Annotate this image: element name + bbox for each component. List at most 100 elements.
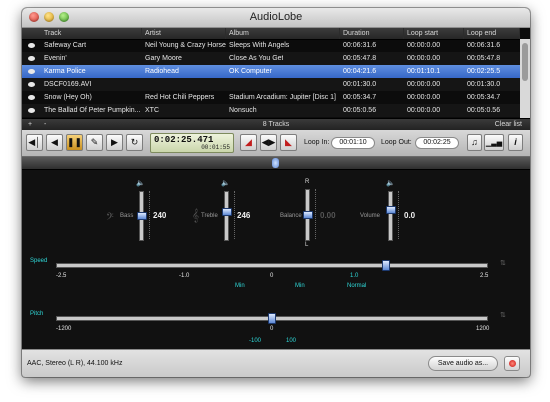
cell-duration: 00:05:0.56	[343, 107, 377, 114]
cell-track: The Ballad Of Peter Pumpkin...	[44, 107, 141, 114]
loop-in-label: Loop In:	[304, 139, 330, 146]
cell-duration: 00:05:34.7	[343, 94, 377, 101]
time-display: 0:02:25.471 00:01:55	[150, 133, 234, 153]
eye-icon[interactable]	[28, 56, 35, 61]
pitch-tick: -1200	[56, 326, 72, 332]
play-icon: ▶	[111, 137, 118, 147]
speed-min-label: Min	[295, 283, 305, 289]
table-row[interactable]: Snow (Hey Oh) Red Hot Chili Peppers Stadiu…	[22, 91, 520, 104]
loop-start-marker-icon: ◢	[245, 137, 252, 147]
equalizer-icon: ▁▃▅	[485, 140, 503, 147]
seek-knob[interactable]	[272, 158, 279, 168]
loop-out-field[interactable]: 00:02:25	[415, 137, 459, 149]
cell-loop-end: 00:05:34.7	[467, 94, 501, 101]
bass-slider[interactable]	[137, 191, 147, 241]
volume-label: Volume	[360, 213, 381, 219]
pitch-slider[interactable]	[56, 313, 488, 324]
column-header-artist[interactable]: Artist	[142, 28, 226, 39]
speed-slider[interactable]	[56, 260, 488, 271]
eye-icon[interactable]	[28, 95, 35, 100]
record-mic-button[interactable]: ✎	[86, 134, 103, 151]
pause-button[interactable]: ❚❚	[66, 134, 83, 151]
track-count: 8 Tracks	[262, 121, 290, 128]
loop-range-icon: ◀▶	[261, 137, 276, 147]
balance-slider-knob[interactable]	[303, 211, 313, 219]
cell-loop-end: 00:06:31.6	[467, 42, 501, 49]
play-button[interactable]: ▶	[106, 134, 123, 151]
list-footer: + - 8 Tracks Clear list	[22, 118, 530, 130]
position-seek-bar[interactable]	[22, 157, 530, 170]
speed-tick: 2.5	[480, 273, 489, 279]
bass-value: 240	[153, 211, 167, 220]
column-header-album[interactable]: Album	[226, 28, 340, 39]
cell-loop-end: 00:05:0.56	[467, 107, 501, 114]
cell-loop-end: 00:05:47.8	[467, 55, 501, 62]
eye-icon[interactable]	[28, 82, 35, 87]
table-row[interactable]: Evenin' Gary Moore Close As You Get 00:05:4…	[22, 52, 520, 65]
cell-track: Safeway Cart	[44, 42, 87, 49]
treble-slider[interactable]	[222, 191, 232, 241]
speaker-icon: 🔈	[136, 180, 145, 187]
loop-both-button[interactable]: ◀▶	[260, 134, 277, 151]
treble-value: 246	[237, 211, 251, 220]
app-window: AudioLobe Track Artist Album Duration Lo…	[22, 8, 530, 377]
eye-icon[interactable]	[28, 69, 35, 74]
record-button[interactable]	[504, 356, 520, 371]
pitch-reset-icon[interactable]: ⇅	[500, 311, 506, 319]
speed-slider-knob[interactable]	[382, 260, 390, 271]
music-notes-icon: ♫	[471, 137, 478, 147]
equalizer-view-button[interactable]: ▁▃▅	[484, 134, 504, 151]
loop-in-field[interactable]: 00:01:10	[331, 137, 375, 149]
skip-back-button[interactable]: ◀│	[26, 134, 43, 151]
balance-slider[interactable]	[303, 189, 313, 241]
speed-min-label: Min	[235, 283, 245, 289]
balance-label: Balance	[280, 213, 302, 219]
treble-clef-icon: 𝄞	[192, 208, 200, 222]
cell-album: Sleeps With Angels	[229, 42, 290, 49]
volume-slider[interactable]	[386, 191, 396, 241]
table-row[interactable]: The Ballad Of Peter Pumpkin... XTC Nonsuch…	[22, 104, 520, 117]
notes-view-button[interactable]: ♫	[467, 134, 482, 151]
set-loop-end-button[interactable]: ◣	[280, 134, 297, 151]
pitch-slider-knob[interactable]	[268, 313, 276, 324]
table-row[interactable]: DSCF0169.AVI 00:01:30.0 00:00:0.00 00:01:30…	[22, 78, 520, 91]
cell-duration: 00:05:47.8	[343, 55, 377, 62]
loop-button[interactable]: ↻	[126, 134, 143, 151]
save-audio-button[interactable]: Save audio as...	[428, 356, 498, 371]
scrollbar-thumb[interactable]	[522, 43, 528, 81]
cell-loop-start: 00:00:0.00	[407, 107, 441, 114]
column-header-loop-end[interactable]: Loop end	[464, 28, 520, 39]
set-loop-start-button[interactable]: ◢	[240, 134, 257, 151]
table-scrollbar[interactable]	[520, 39, 530, 118]
previous-button[interactable]: ◀	[46, 134, 63, 151]
column-header-loop-start[interactable]: Loop start	[404, 28, 464, 39]
table-row[interactable]: Safeway Cart Neil Young & Crazy Horse Slee…	[22, 39, 520, 52]
cell-track: Snow (Hey Oh)	[44, 94, 92, 101]
record-icon	[509, 360, 516, 367]
bass-slider-knob[interactable]	[137, 212, 147, 220]
skip-back-icon: ◀│	[28, 137, 41, 147]
table-row[interactable]: Karma Police Radiohead OK Computer 00:04:21…	[22, 65, 520, 78]
column-header-track[interactable]: Track	[22, 28, 142, 39]
treble-slider-knob[interactable]	[222, 208, 232, 216]
cell-loop-end: 00:01:30.0	[467, 81, 501, 88]
eye-icon[interactable]	[28, 43, 35, 48]
cell-track: Evenin'	[44, 55, 67, 62]
loop-end-marker-icon: ◣	[285, 137, 292, 147]
column-header-duration[interactable]: Duration	[340, 28, 404, 39]
track-table: Track Artist Album Duration Loop start L…	[22, 28, 530, 118]
cell-duration: 00:04:21.6	[343, 68, 377, 75]
speed-label: Speed	[30, 258, 48, 264]
volume-slider-knob[interactable]	[386, 206, 396, 214]
treble-label: Treble	[201, 213, 218, 219]
cell-loop-start: 00:00:0.00	[407, 94, 441, 101]
pitch-tick: 1200	[476, 326, 490, 332]
balance-left-label: L	[305, 242, 309, 248]
speed-reset-icon[interactable]: ⇅	[500, 259, 506, 267]
eye-icon[interactable]	[28, 108, 35, 113]
cell-loop-start: 00:01:10.1	[407, 68, 441, 75]
clear-list-button[interactable]: Clear list	[495, 119, 522, 130]
balance-value: 0.00	[320, 211, 336, 220]
microphone-icon: ✎	[90, 137, 99, 147]
info-button[interactable]: i	[508, 134, 523, 151]
